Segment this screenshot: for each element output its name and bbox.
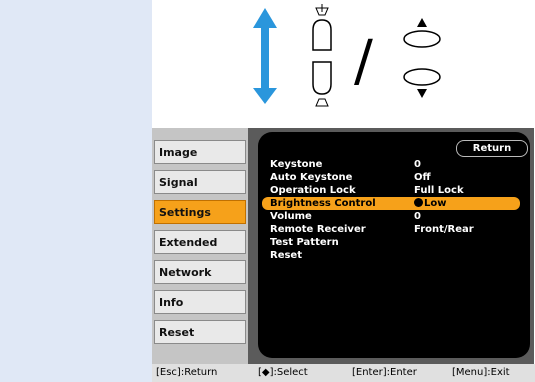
menu-row-volume[interactable]: Volume 0 bbox=[262, 210, 520, 223]
sidebar-item-reset[interactable]: Reset bbox=[154, 320, 246, 344]
menu-row-value: Off bbox=[414, 172, 431, 183]
menu-row-reset[interactable]: Reset bbox=[262, 249, 520, 262]
menu-row-operation-lock[interactable]: Operation Lock Full Lock bbox=[262, 184, 520, 197]
menu-row-auto-keystone[interactable]: Auto Keystone Off bbox=[262, 171, 520, 184]
sidebar-item-settings[interactable]: Settings bbox=[154, 200, 246, 224]
menu-row-value: Low bbox=[424, 198, 447, 209]
down-triangle-icon bbox=[403, 68, 441, 98]
menu-row-brightness-control[interactable]: Brightness Control Low bbox=[262, 197, 520, 210]
menu-row-test-pattern[interactable]: Test Pattern bbox=[262, 236, 520, 249]
keystone-down-icon bbox=[312, 61, 332, 107]
footer-select-hint: [◆]:Select bbox=[258, 367, 308, 378]
key-guide-footer: [Esc]:Return [◆]:Select [Enter]:Enter [M… bbox=[152, 364, 535, 382]
menu-row-label: Operation Lock bbox=[270, 185, 356, 196]
menu-row-label: Keystone bbox=[270, 159, 323, 170]
menu-row-value: Front/Rear bbox=[414, 224, 474, 235]
menu-row-value: Full Lock bbox=[414, 185, 464, 196]
sidebar-item-info[interactable]: Info bbox=[154, 290, 246, 314]
menu-row-value: 0 bbox=[414, 211, 421, 222]
menu-row-value-wrap: Low bbox=[414, 197, 446, 210]
sidebar-item-extended[interactable]: Extended bbox=[154, 230, 246, 254]
footer-enter-hint: [Enter]:Enter bbox=[352, 367, 417, 378]
keystone-illustration: / bbox=[253, 4, 441, 107]
keystone-up-icon bbox=[312, 4, 332, 51]
menu-row-label: Volume bbox=[270, 211, 312, 222]
return-button[interactable]: Return bbox=[456, 140, 528, 157]
sidebar-item-signal[interactable]: Signal bbox=[154, 170, 246, 194]
up-triangle-icon bbox=[403, 18, 441, 48]
selection-pointer-icon bbox=[414, 198, 423, 207]
menu-row-value: 0 bbox=[414, 159, 421, 170]
menu-row-label: Remote Receiver bbox=[270, 224, 366, 235]
separator-text: / bbox=[354, 29, 373, 94]
menu-row-label: Auto Keystone bbox=[270, 172, 353, 183]
menu-row-label: Brightness Control bbox=[270, 198, 376, 209]
menu-row-label: Reset bbox=[270, 250, 302, 261]
footer-esc-hint: [Esc]:Return bbox=[156, 367, 218, 378]
menu-row-remote-receiver[interactable]: Remote Receiver Front/Rear bbox=[262, 223, 520, 236]
footer-menu-hint: [Menu]:Exit bbox=[452, 367, 510, 378]
menu-row-label: Test Pattern bbox=[270, 237, 339, 248]
sidebar-item-network[interactable]: Network bbox=[154, 260, 246, 284]
menu-sidebar: Image Signal Settings Extended Network I… bbox=[152, 128, 248, 364]
double-vertical-arrow-icon bbox=[253, 8, 277, 104]
menu-row-keystone[interactable]: Keystone 0 bbox=[262, 158, 520, 171]
menu-settings-panel: Return Keystone 0 Auto Keystone Off Oper… bbox=[248, 128, 534, 364]
sidebar-item-image[interactable]: Image bbox=[154, 140, 246, 164]
